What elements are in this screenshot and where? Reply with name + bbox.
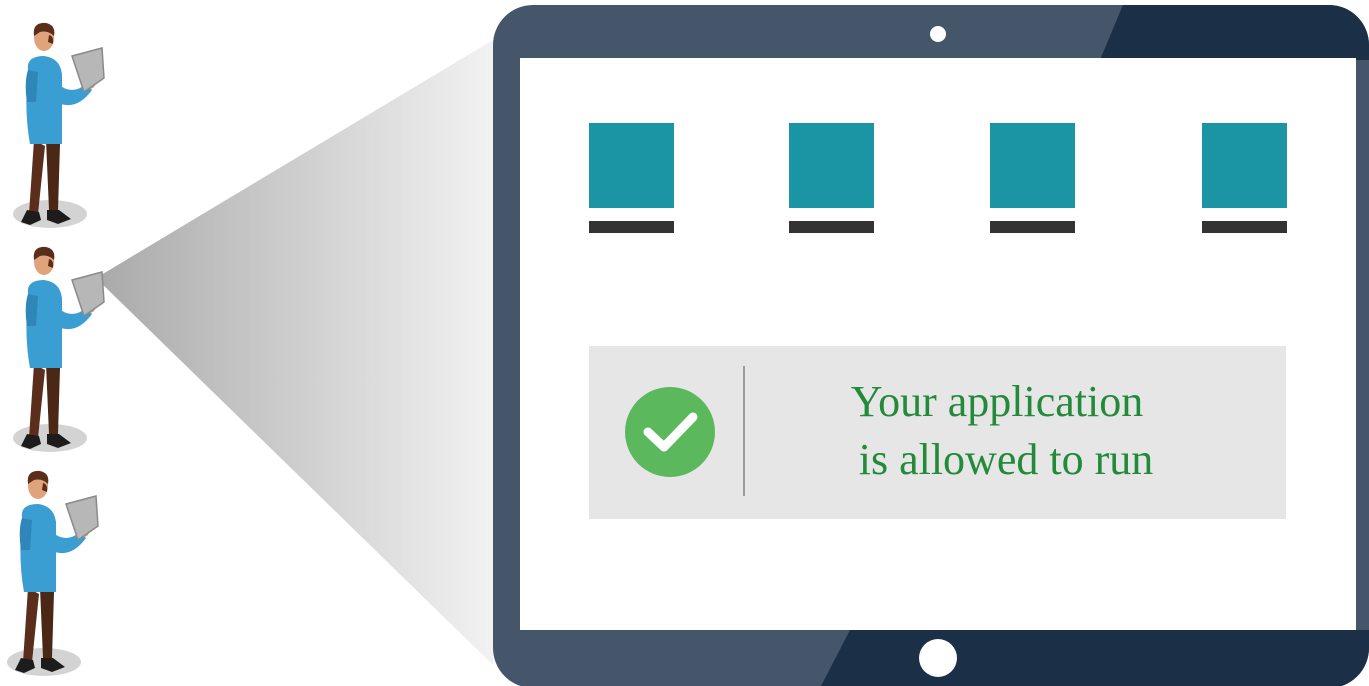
person-bottom (6, 470, 99, 677)
tablet-shade-bottom (820, 630, 1369, 686)
check-circle-icon (625, 387, 715, 477)
app-tile-icon (990, 123, 1075, 208)
app-tile-icon (589, 123, 674, 208)
app-tile-label-bar (789, 221, 874, 233)
tablet-shade-top (1100, 5, 1369, 60)
camera-icon (930, 26, 946, 42)
tablet-device (493, 5, 1369, 686)
home-button[interactable] (919, 639, 957, 677)
app-tile-label-bar (589, 221, 674, 233)
illustration-canvas: Your application is allowed to run (6, 5, 1369, 686)
status-banner: Your application is allowed to run (589, 346, 1286, 519)
projection-beam (96, 40, 493, 665)
app-tile-label-bar (1202, 221, 1287, 233)
app-tile-icon (789, 123, 874, 208)
status-message-line-1: Your application (851, 377, 1144, 426)
status-message-line-2: is allowed to run (859, 435, 1154, 484)
app-tile-label-bar (990, 221, 1075, 233)
app-tile-icon (1202, 123, 1287, 208)
person-top (12, 22, 105, 229)
person-middle (12, 246, 105, 453)
